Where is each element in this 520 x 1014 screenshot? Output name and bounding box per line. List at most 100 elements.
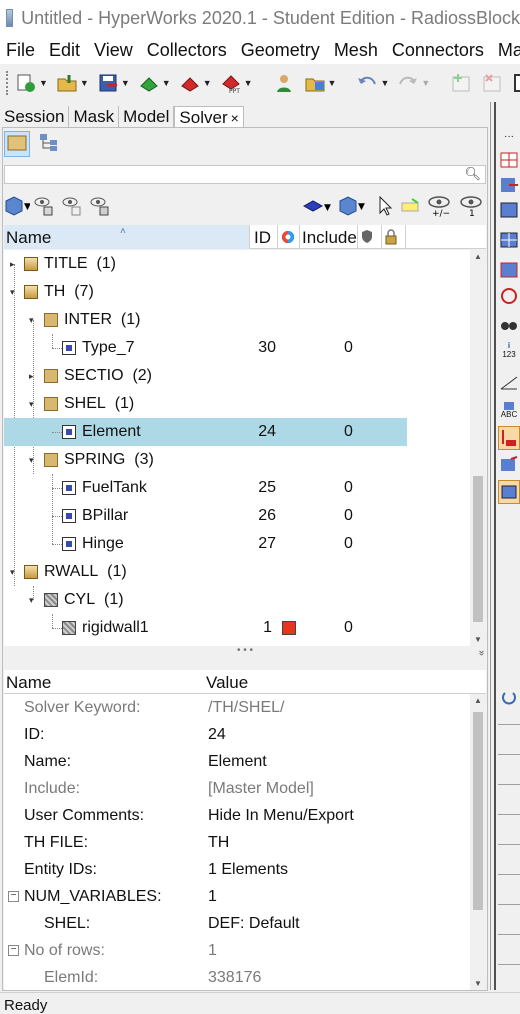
tree-row-rigidwall1[interactable]: rigidwall1 1 0 — [4, 614, 470, 642]
prop-value[interactable]: 1 Elements — [208, 856, 288, 883]
prop-value[interactable]: Hide In Menu/Export — [208, 802, 354, 829]
isolate-entity-icon[interactable] — [88, 195, 114, 217]
tree-scroll-thumb[interactable] — [473, 476, 483, 622]
tab-solver[interactable]: Solver × — [174, 106, 244, 128]
editor-scroll-thumb[interactable] — [473, 712, 483, 910]
tree-row-spring[interactable]: ▾ SPRING (3) — [4, 446, 470, 474]
column-id-header[interactable]: ID — [252, 225, 278, 249]
hierarchy-view-button[interactable] — [36, 131, 62, 157]
annotation-selected-icon[interactable] — [498, 426, 520, 450]
tab-session[interactable]: Session — [0, 106, 70, 128]
prop-row-user-comments[interactable]: User Comments: Hide In Menu/Export — [4, 802, 470, 829]
expand-toggle-icon[interactable]: ▸ — [29, 362, 34, 390]
collapse-toggle-icon[interactable]: ▾ — [10, 278, 15, 306]
prop-row-th-file[interactable]: TH FILE: TH — [4, 829, 470, 856]
user-profile-button[interactable] — [272, 71, 296, 95]
results-button[interactable]: ▼ — [303, 71, 336, 95]
entity-color-swatch[interactable] — [282, 621, 296, 635]
collapse-toggle-icon[interactable]: ▾ — [29, 586, 34, 614]
numbers-icon[interactable]: i 123 — [498, 340, 520, 360]
tree-row-cyl[interactable]: ▾ CYL (1) — [4, 586, 470, 614]
prop-row-entity-ids[interactable]: Entity IDs: 1 Elements — [4, 856, 470, 883]
prop-value[interactable]: 24 — [208, 721, 226, 748]
collapse-group-icon[interactable]: − — [8, 891, 19, 902]
tree-row-sectio[interactable]: ▸ SECTIO (2) — [4, 362, 470, 390]
column-name-header[interactable]: Name ˄ — [4, 225, 250, 249]
refresh-icon[interactable] — [498, 688, 520, 708]
prop-row-id[interactable]: ID: 24 — [4, 721, 470, 748]
mesh-arrow-icon-2[interactable] — [498, 454, 520, 474]
show-entity-icon[interactable] — [32, 195, 58, 217]
mesh-quality-icon[interactable] — [498, 260, 520, 280]
close-panel-button[interactable] — [480, 71, 504, 95]
measure-icon[interactable] — [498, 372, 520, 392]
prop-row-num-variables[interactable]: − NUM_VARIABLES: 1 — [4, 883, 470, 910]
prop-value[interactable]: Element — [208, 748, 267, 775]
select-cursor-icon[interactable] — [374, 195, 396, 217]
tree-row-inter[interactable]: ▾ INTER (1) — [4, 306, 470, 334]
scroll-up-arrow-icon[interactable]: ▲ — [470, 696, 486, 705]
column-include-header[interactable]: Include — [300, 225, 358, 249]
panel-divider[interactable] — [494, 102, 496, 990]
menu-edit[interactable]: Edit — [49, 40, 80, 61]
collapse-toggle-icon[interactable]: ▾ — [29, 390, 34, 418]
window-box-button[interactable]: ▼ — [511, 71, 520, 95]
column-shield-header[interactable] — [358, 225, 382, 249]
tree-row-rwall[interactable]: ▾ RWALL (1) — [4, 558, 470, 586]
tree-row-fueltank[interactable]: FuelTank 25 0 — [4, 474, 470, 502]
display-mode-icon[interactable]: ▼ — [338, 195, 372, 217]
export-solver-button[interactable]: ▼ — [178, 71, 212, 95]
tree-scrollbar[interactable]: ▲ ▼ — [470, 250, 486, 646]
export-button[interactable]: ▼ — [137, 71, 171, 95]
component-color-icon[interactable]: ▼ — [302, 195, 336, 217]
mesh-red-icon[interactable] — [498, 150, 520, 170]
mesh-blue-icon[interactable] — [498, 200, 520, 220]
tree-row-shel[interactable]: ▾ SHEL (1) — [4, 390, 470, 418]
toolbar-grip[interactable] — [6, 71, 8, 95]
tab-close-icon[interactable]: × — [231, 110, 239, 126]
collapse-toggle-icon[interactable]: ▾ — [10, 558, 15, 586]
menu-mesh[interactable]: Mesh — [334, 40, 378, 61]
highlight-icon[interactable] — [398, 195, 422, 217]
column-lock-header[interactable] — [382, 225, 406, 249]
tree-row-element[interactable]: Element 24 0 — [4, 418, 407, 446]
search-icon[interactable]: 🔍︎ — [464, 166, 481, 182]
binoculars-icon[interactable] — [498, 314, 520, 334]
menu-materials[interactable]: Mate — [498, 40, 520, 61]
tree-row-bpillar[interactable]: BPillar 26 0 — [4, 502, 470, 530]
menu-view[interactable]: View — [94, 40, 133, 61]
browser-search-input[interactable]: 🔍︎ — [4, 165, 486, 184]
menu-file[interactable]: File — [6, 40, 35, 61]
menu-connectors[interactable]: Connectors — [392, 40, 484, 61]
entity-filter-icon[interactable]: ▼ — [4, 195, 30, 217]
prop-row-name[interactable]: Name: Element — [4, 748, 470, 775]
save-button[interactable]: ▼ — [96, 71, 130, 95]
collapse-group-icon[interactable]: − — [8, 945, 19, 956]
menu-collectors[interactable]: Collectors — [147, 40, 227, 61]
expand-toggle-icon[interactable]: ▸ — [10, 250, 15, 278]
scroll-up-arrow-icon[interactable]: ▲ — [470, 252, 486, 261]
tree-row-title[interactable]: ▸ TITLE (1) — [4, 250, 470, 278]
prop-value[interactable]: 1 — [208, 883, 217, 910]
panel-splitter[interactable]: • • • » — [4, 646, 487, 660]
no-entry-icon[interactable] — [498, 286, 520, 306]
tree-row-th[interactable]: ▾ TH (7) — [4, 278, 470, 306]
folder-view-button[interactable] — [4, 131, 30, 157]
abc-label-icon[interactable]: ABC — [498, 400, 520, 420]
collapse-chevron-icon[interactable]: » — [476, 650, 487, 656]
tree-row-hinge[interactable]: Hinge 27 0 — [4, 530, 470, 558]
show-one-eye-icon[interactable]: 1 — [456, 194, 486, 218]
collapse-toggle-icon[interactable]: ▾ — [29, 306, 34, 334]
tree-row-type7[interactable]: Type_7 30 0 — [4, 334, 470, 362]
open-model-button[interactable]: ▼ — [14, 71, 48, 95]
menu-geometry[interactable]: Geometry — [241, 40, 320, 61]
prop-value[interactable]: DEF: Default — [208, 910, 300, 937]
tab-model[interactable]: Model — [119, 106, 175, 128]
mesh-arrow-icon[interactable] — [498, 175, 520, 195]
column-color-header[interactable] — [278, 225, 300, 249]
mesh-selected-icon[interactable] — [498, 480, 520, 504]
redo-button[interactable]: ▼ — [396, 71, 430, 95]
collapse-toggle-icon[interactable]: ▾ — [29, 446, 34, 474]
import-button[interactable]: ▼ — [55, 71, 89, 95]
show-all-eye-icon[interactable]: +/− — [424, 194, 454, 218]
